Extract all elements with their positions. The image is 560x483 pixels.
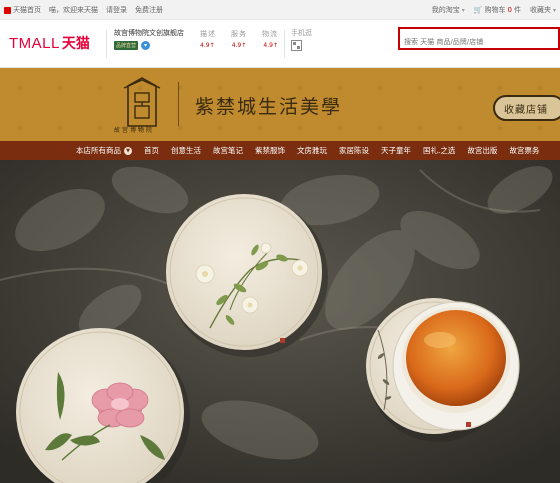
nav-item-all-products[interactable]: 本店所有商品 ▼ bbox=[0, 145, 138, 156]
register-link[interactable]: 免费注册 bbox=[135, 5, 163, 15]
palace-museum-emblem-icon bbox=[123, 77, 161, 127]
shop-page: 天猫首页 喵，欢迎来天猫 请登录 免费注册 我的淘宝 ▾ 🛒 购物车 0 件 收… bbox=[0, 0, 560, 483]
shop-name: 故宫博物院文创旗舰店 bbox=[114, 29, 184, 37]
brand-badge: 品牌直营 bbox=[114, 41, 139, 50]
nav-item-creative-life[interactable]: 创意生活 bbox=[165, 145, 207, 156]
arrow-up-icon: ↑ bbox=[241, 42, 247, 49]
login-link[interactable]: 请登录 bbox=[106, 5, 127, 15]
rating-label-service: 服务 bbox=[231, 30, 247, 38]
nav-item-tickets[interactable]: 故宫票务 bbox=[503, 145, 545, 156]
search-box[interactable] bbox=[398, 27, 560, 52]
shop-banner: 故宫博物院 紫禁城生活美學 收藏店铺 bbox=[0, 68, 560, 141]
shop-nav: 本店所有商品 ▼ 首页 创意生活 故宫笔记 紫禁服饰 文房雅玩 家居陈设 天子童… bbox=[0, 141, 560, 160]
tmall-home-link[interactable]: 天猫首页 bbox=[4, 5, 41, 15]
qr-code-icon bbox=[291, 40, 302, 51]
site-topbar: 天猫首页 喵，欢迎来天猫 请登录 免费注册 我的淘宝 ▾ 🛒 购物车 0 件 收… bbox=[0, 0, 560, 20]
my-taobao-menu[interactable]: 我的淘宝 ▾ bbox=[432, 5, 465, 15]
nav-item-publishing[interactable]: 故宫出版 bbox=[461, 145, 503, 156]
nav-item-stationery[interactable]: 文房雅玩 bbox=[291, 145, 333, 156]
chevron-down-icon: ▼ bbox=[124, 146, 132, 155]
collect-shop-button[interactable]: 收藏店铺 bbox=[493, 95, 560, 121]
info-icon[interactable]: ▾ bbox=[141, 41, 151, 50]
hero-banner[interactable] bbox=[0, 160, 560, 483]
header-divider bbox=[284, 30, 285, 58]
nav-item-apparel[interactable]: 紫禁服饰 bbox=[249, 145, 291, 156]
rating-label-description: 描述 bbox=[200, 30, 216, 38]
rating-label-logistics: 物流 bbox=[262, 30, 278, 38]
favorites-menu[interactable]: 收藏夹 ▾ bbox=[530, 5, 556, 15]
chevron-down-icon: ▾ bbox=[461, 6, 465, 14]
nav-item-home-decor[interactable]: 家居陈设 bbox=[333, 145, 375, 156]
rating-value-logistics: 4.9 bbox=[263, 42, 273, 49]
header-divider bbox=[106, 30, 107, 58]
greeting-text: 喵，欢迎来天猫 bbox=[49, 6, 98, 14]
chevron-down-icon: ▾ bbox=[552, 6, 556, 14]
search-input[interactable] bbox=[400, 32, 558, 52]
nav-item-palace-notes[interactable]: 故宫笔记 bbox=[207, 145, 249, 156]
shop-header: TMALL 天猫 故宫博物院文创旗舰店 品牌直营 ▾ 描述 服务 物流 4.9↑… bbox=[0, 20, 560, 68]
nav-item-home[interactable]: 首页 bbox=[138, 145, 165, 156]
rating-value-service: 4.9 bbox=[231, 42, 242, 49]
banner-separator bbox=[178, 82, 179, 126]
cart-icon: 🛒 bbox=[473, 6, 483, 14]
cart-link[interactable]: 🛒 购物车 0 件 bbox=[474, 5, 521, 15]
hero-illustration bbox=[0, 160, 560, 483]
nav-item-childhood[interactable]: 天子童年 bbox=[375, 145, 417, 156]
shop-info[interactable]: 故宫博物院文创旗舰店 品牌直营 ▾ bbox=[114, 28, 196, 50]
mobile-shop-link[interactable]: 手机逛 bbox=[291, 28, 312, 51]
emblem-caption: 故宫博物院 bbox=[114, 127, 155, 134]
cart-count: 0 bbox=[507, 6, 512, 14]
arrow-up-icon: ↑ bbox=[272, 42, 278, 49]
shop-ratings: 描述 服务 物流 4.9↑ 4.9↑ 4.9↑ bbox=[200, 29, 278, 49]
tmall-home-icon bbox=[4, 6, 11, 14]
nav-item-national-gifts[interactable]: 国礼.之选 bbox=[417, 145, 461, 156]
tmall-logo[interactable]: TMALL 天猫 bbox=[9, 33, 90, 53]
banner-title: 紫禁城生活美學 bbox=[195, 96, 343, 118]
rating-value-description: 4.9 bbox=[200, 42, 210, 49]
arrow-up-icon: ↑ bbox=[209, 42, 215, 49]
